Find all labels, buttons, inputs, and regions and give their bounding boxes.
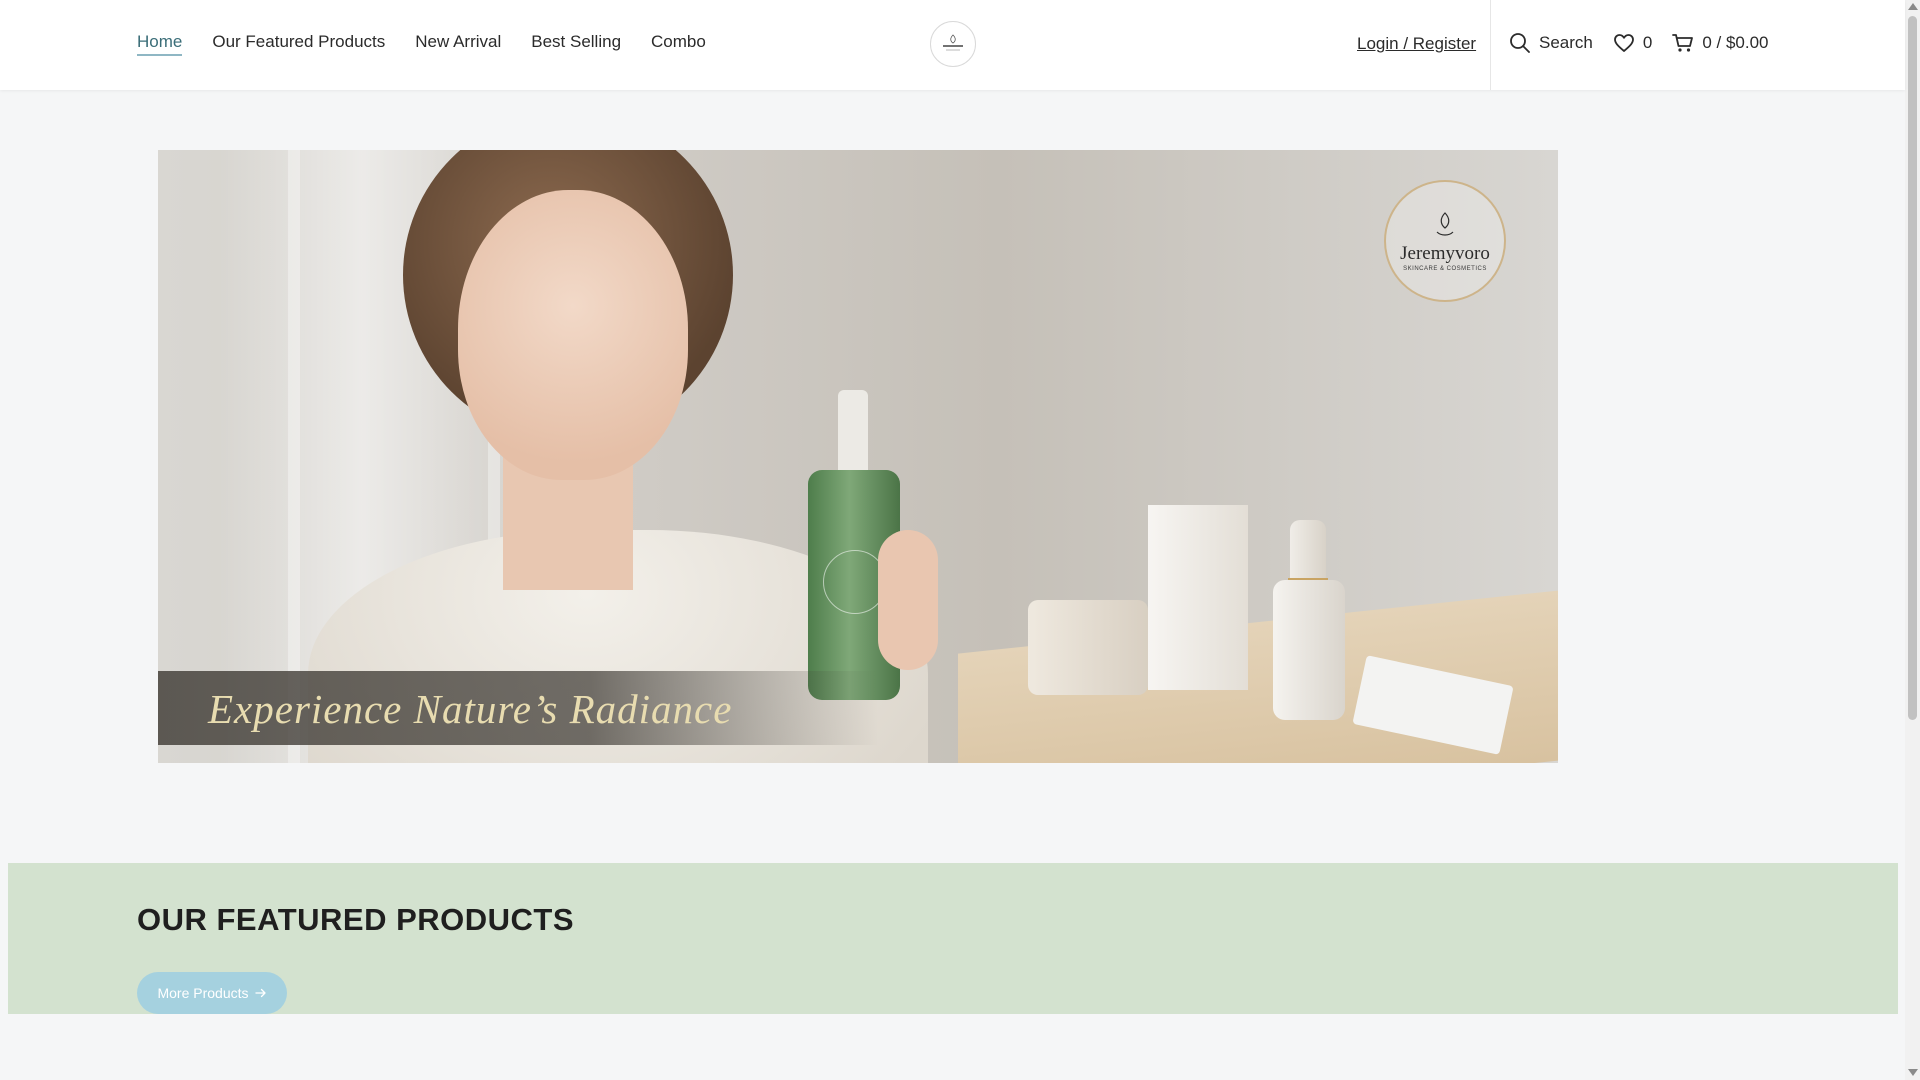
search-icon — [1510, 33, 1530, 53]
hero-product-box — [1148, 505, 1248, 690]
nav-best-selling[interactable]: Best Selling — [531, 32, 621, 56]
search-label: Search — [1539, 33, 1593, 52]
arrow-right-icon — [254, 988, 266, 998]
featured-products-section: OUR FEATURED PRODUCTS More Products — [8, 863, 1898, 1014]
header-divider — [1490, 0, 1491, 90]
more-products-button[interactable]: More Products — [137, 972, 287, 1014]
hero-model-hand — [878, 530, 938, 670]
scroll-down-arrow-icon[interactable] — [1908, 1069, 1918, 1076]
scroll-thumb[interactable] — [1908, 16, 1917, 720]
main-nav: Home Our Featured Products New Arrival B… — [137, 32, 706, 56]
header-tools: Search 0 0 / $0.00 — [1509, 32, 1789, 54]
cart-button[interactable]: 0 / $0.00 — [1672, 33, 1769, 53]
site-logo[interactable] — [930, 21, 976, 67]
search-button[interactable]: Search — [1509, 32, 1593, 54]
featured-section-title: OUR FEATURED PRODUCTS — [137, 901, 575, 937]
hero-bottle-pump — [838, 390, 868, 475]
cart-icon — [1672, 34, 1694, 52]
hero-brand-name: Jeremyvoro — [1400, 243, 1490, 264]
hero-cream-jar — [1028, 600, 1148, 695]
nav-home[interactable]: Home — [137, 32, 183, 56]
more-products-label: More Products — [157, 985, 249, 1001]
hero-banner[interactable]: Jeremyvoro SKINCARE & COSMETICS Experien… — [158, 150, 1558, 763]
nav-featured-products[interactable]: Our Featured Products — [212, 32, 385, 56]
hero-serum-dropper — [1290, 520, 1326, 585]
nav-new-arrival[interactable]: New Arrival — [415, 32, 501, 56]
brand-logo-icon — [943, 34, 963, 51]
scroll-up-arrow-icon[interactable] — [1908, 3, 1918, 10]
wishlist-count: 0 — [1642, 33, 1653, 52]
leaf-hand-icon — [1436, 212, 1454, 236]
hero-serum-bottle — [1273, 580, 1345, 720]
heart-icon — [1613, 34, 1634, 52]
cart-summary: 0 / $0.00 — [1702, 33, 1769, 52]
login-register-link[interactable]: Login / Register — [1357, 34, 1476, 54]
page-scrollbar[interactable] — [1905, 0, 1920, 1080]
nav-combo[interactable]: Combo — [651, 32, 706, 56]
wishlist-button[interactable]: 0 — [1613, 33, 1652, 53]
hero-brand-subtitle: SKINCARE & COSMETICS — [1403, 266, 1487, 272]
site-header: Home Our Featured Products New Arrival B… — [0, 0, 1905, 90]
hero-model-face — [458, 190, 688, 480]
hero-caption: Experience Nature’s Radiance — [208, 686, 733, 732]
hero-brand-seal: Jeremyvoro SKINCARE & COSMETICS — [1384, 180, 1506, 302]
